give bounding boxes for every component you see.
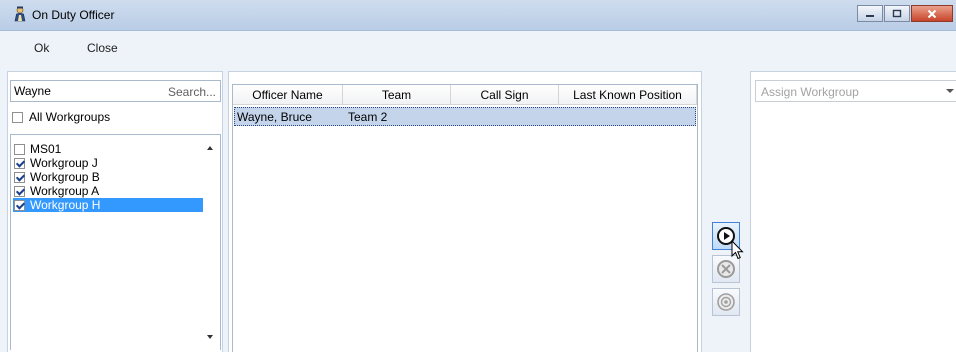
search-link[interactable]: Search... xyxy=(168,85,216,99)
scroll-up-icon[interactable] xyxy=(207,146,213,150)
minimize-button[interactable] xyxy=(857,5,883,22)
workgroup-label: Workgroup J xyxy=(30,156,98,170)
close-window-button[interactable] xyxy=(911,5,953,22)
maximize-icon xyxy=(892,9,902,18)
on-duty-officer-window: On Duty Officer Ok Close Search... All W… xyxy=(0,0,956,352)
officers-table[interactable]: Officer Name Team Call Sign Last Known P… xyxy=(232,84,698,352)
workgroup-label: Workgroup B xyxy=(30,170,100,184)
workgroup-label: MS01 xyxy=(30,142,62,156)
search-box[interactable]: Search... xyxy=(10,80,221,102)
window-controls xyxy=(856,5,953,23)
cancel-circle-icon xyxy=(717,260,735,278)
workgroup-label: Workgroup A xyxy=(30,184,100,198)
checkbox[interactable] xyxy=(14,157,25,169)
close-menu-item[interactable]: Close xyxy=(87,41,118,55)
checkbox[interactable] xyxy=(14,171,25,183)
column-header-call-sign[interactable]: Call Sign xyxy=(451,85,559,105)
workgroup-list[interactable]: MS01 Workgroup J Workgroup B Workgroup A… xyxy=(10,134,221,350)
title-bar[interactable]: On Duty Officer xyxy=(0,0,956,31)
column-header-officer-name[interactable]: Officer Name xyxy=(233,85,343,105)
table-header: Officer Name Team Call Sign Last Known P… xyxy=(233,85,697,105)
radio-button[interactable] xyxy=(712,288,740,316)
all-workgroups-check-icon[interactable] xyxy=(12,111,23,123)
workgroup-item-a[interactable]: Workgroup A xyxy=(13,184,99,198)
workgroup-scrollbar[interactable] xyxy=(202,136,219,350)
cell-team: Team 2 xyxy=(348,110,388,124)
chevron-down-icon[interactable] xyxy=(946,89,954,93)
menu-bar: Ok Close xyxy=(0,31,956,65)
scroll-down-icon[interactable] xyxy=(207,335,213,339)
workgroup-item-b[interactable]: Workgroup B xyxy=(13,170,100,184)
table-row[interactable]: Wayne, Bruce Team 2 xyxy=(234,107,696,126)
checkbox[interactable] xyxy=(14,199,25,211)
assign-workgroup-dropdown[interactable]: Assign Workgroup xyxy=(755,80,956,102)
search-input[interactable] xyxy=(14,83,164,99)
workgroup-item-j[interactable]: Workgroup J xyxy=(13,156,98,170)
column-header-last-known-position[interactable]: Last Known Position xyxy=(559,85,697,105)
radio-circle-icon xyxy=(717,293,735,311)
officer-icon xyxy=(14,6,26,22)
all-workgroups-label: All Workgroups xyxy=(29,110,111,124)
workgroup-label: Workgroup H xyxy=(30,198,101,212)
assign-workgroup-placeholder: Assign Workgroup xyxy=(761,85,859,99)
workgroup-item-ms01[interactable]: MS01 xyxy=(13,142,61,156)
column-header-team[interactable]: Team xyxy=(343,85,451,105)
window-title: On Duty Officer xyxy=(32,8,115,22)
workgroup-item-h[interactable]: Workgroup H xyxy=(13,198,203,212)
mouse-cursor-icon xyxy=(731,240,744,260)
all-workgroups-checkbox[interactable]: All Workgroups xyxy=(12,110,110,124)
cell-officer-name: Wayne, Bruce xyxy=(237,110,312,124)
minimize-icon xyxy=(866,14,874,17)
checkbox[interactable] xyxy=(14,143,25,155)
close-icon xyxy=(927,9,937,18)
maximize-button[interactable] xyxy=(884,5,910,22)
assign-panel xyxy=(750,71,956,352)
checkbox[interactable] xyxy=(14,185,25,197)
ok-menu-item[interactable]: Ok xyxy=(34,41,49,55)
